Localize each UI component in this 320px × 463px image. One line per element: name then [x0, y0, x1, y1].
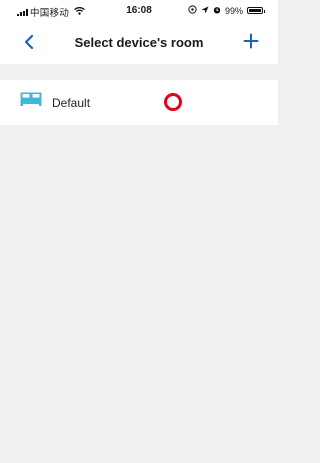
room-list: Default [0, 80, 278, 125]
room-label: Default [52, 96, 91, 110]
selected-indicator [164, 93, 182, 111]
status-bar: 中国移动 16:08 99% [0, 0, 278, 20]
direction-icon [201, 6, 209, 16]
room-row-default[interactable]: Default [0, 80, 278, 125]
location-icon [188, 5, 197, 16]
nav-bar: Select device's room [0, 20, 278, 64]
bed-icon [20, 92, 42, 106]
alarm-icon [213, 6, 221, 16]
battery-percent: 99% [224, 5, 243, 16]
status-right: 99% [188, 5, 265, 16]
page-title: Select device's room [74, 35, 204, 50]
plus-icon [243, 33, 259, 49]
battery-fill [249, 9, 261, 12]
battery-icon [247, 7, 265, 14]
add-room-button[interactable] [242, 32, 260, 50]
